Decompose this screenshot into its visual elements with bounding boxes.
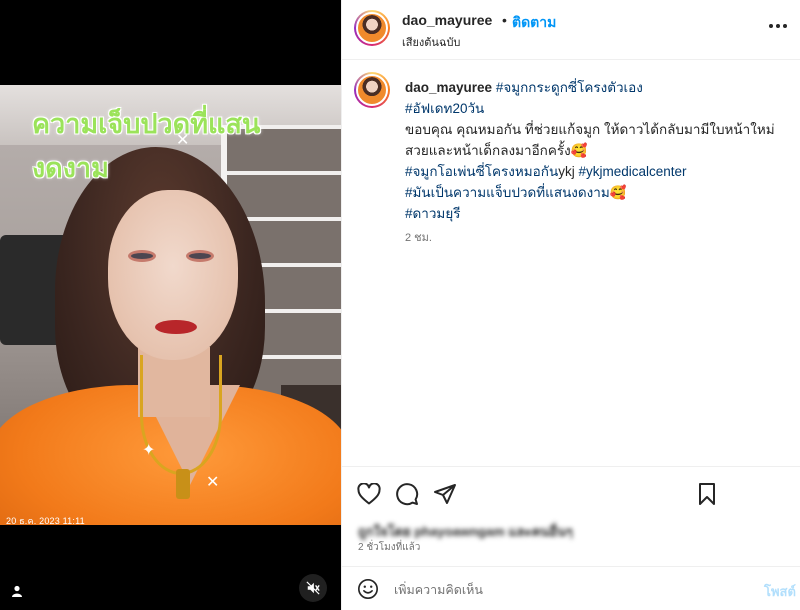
smiley-icon[interactable] [356,577,380,601]
post-header: dao_mayuree • ติดตาม เสียงต้นฉบับ [342,0,800,60]
caption-body: dao_mayuree #จมูกกระดูกซี่โครงตัวเอง #อั… [405,77,785,249]
share-icon[interactable] [432,481,458,507]
photo-eye-right [186,250,214,262]
avatar[interactable] [354,72,390,108]
follow-button[interactable]: ติดตาม [512,12,556,34]
heart-icon[interactable] [356,481,382,507]
post-media-panel[interactable]: ✕ ✦ ✕ ความเจ็บปวดที่แสนงดงาม 20 ธ.ค. 202… [0,0,341,610]
more-horizontal-icon[interactable] [766,14,790,38]
photo-eye-left [128,250,156,262]
caption-text: ขอบคุณ คุณหมอกัน ที่ช่วยแก้จมูก ให้ดาวได… [405,122,775,158]
post-side-panel: dao_mayuree • ติดตาม เสียงต้นฉบับ dao_ma… [341,0,800,610]
sparkle-icon: ✕ [206,474,220,491]
action-bar [342,466,800,520]
photo-pendant [176,469,190,499]
hashtag-link[interactable]: #ดาวมยุรี [405,206,461,221]
hashtag-link[interactable]: #ykjmedicalcenter [578,164,686,179]
bookmark-icon[interactable] [694,481,720,507]
caption-text: ykj [558,164,575,179]
muted-speaker-icon[interactable] [299,574,327,602]
header-separator: • [502,12,507,28]
post-timestamp[interactable]: 2 ชั่วโมงที่แล้ว [358,540,420,555]
likes-count[interactable]: ถูกใจโดย phayoawngam และคนอื่นๆ [358,521,573,542]
comment-input[interactable] [394,577,734,601]
hashtag-link[interactable]: #มันเป็นความแจ็บปวดที่แสนงดงาม [405,185,610,200]
hashtag-link[interactable]: #จมูกโอเพ่นซี่โครงหมอกัน [405,164,558,179]
photo-lips [155,320,197,334]
comment-icon[interactable] [394,481,420,507]
hashtag-link[interactable]: #จมูกกระดูกซี่โครงตัวเอง [496,80,643,95]
caption-emoji: 🥰 [609,185,627,200]
media-overlay-text: ความเจ็บปวดที่แสนงดงาม [32,109,261,184]
caption-time[interactable]: 2 ชม. [405,228,785,249]
post-caption: dao_mayuree #จมูกกระดูกซี่โครงตัวเอง #อั… [342,61,800,466]
post-comment-button[interactable]: โพสต์ [764,581,796,602]
avatar[interactable] [354,10,390,46]
header-username[interactable]: dao_mayuree [402,12,492,28]
caption-username[interactable]: dao_mayuree [405,80,492,95]
comment-bar: โพสต์ [342,566,800,610]
media-timestamp: 20 ธ.ค. 2023 11:11 [6,516,85,526]
photo-face [108,190,238,360]
hashtag-link[interactable]: #อัฟเดท20วัน [405,101,484,116]
audio-label[interactable]: เสียงต้นฉบับ [402,33,460,51]
user-icon[interactable] [6,580,28,602]
sparkle-icon: ✦ [142,442,156,459]
